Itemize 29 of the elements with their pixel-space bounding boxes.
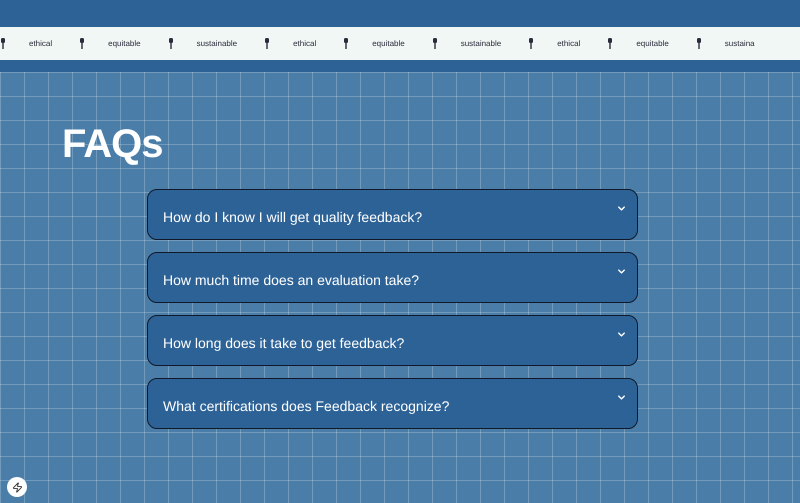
pin-icon [1,38,5,49]
faq-question: How much time does an evaluation take? [163,271,420,290]
faq-question: How do I know I will get quality feedback? [163,208,422,227]
pin-icon [168,38,173,49]
marquee-word: equitable [636,38,669,50]
pin-icon [529,38,534,49]
faq-question: How long does it take to get feedback? [163,334,404,353]
marquee-word: ethical [293,38,316,50]
faq-item[interactable]: How long does it take to get feedback? [147,315,638,366]
pin-icon [696,38,701,49]
page-title: FAQs [62,124,162,164]
marquee-word: equitable [372,38,405,50]
marquee-word: equitable [108,38,141,50]
faq-item[interactable]: How much time does an evaluation take? [147,252,638,303]
faq-item[interactable]: How do I know I will get quality feedback? [147,189,638,240]
faq-question: What certifications does Feedback recognize? [163,397,450,416]
lightning-icon [12,482,22,492]
pin-icon [432,38,437,49]
lightning-button[interactable] [7,477,27,497]
marquee-word: sustainable [460,38,502,50]
marquee-word: ethical [557,38,580,50]
pin-icon [344,38,348,49]
pin-icon [80,38,84,49]
pin-icon [608,38,612,49]
pin-icon [265,38,270,49]
faq-item[interactable]: What certifications does Feedback recognize? [147,378,638,429]
marquee-word: sustaina [724,38,755,50]
marquee-word: ethical [29,38,52,50]
marquee-word: sustainable [196,38,238,50]
